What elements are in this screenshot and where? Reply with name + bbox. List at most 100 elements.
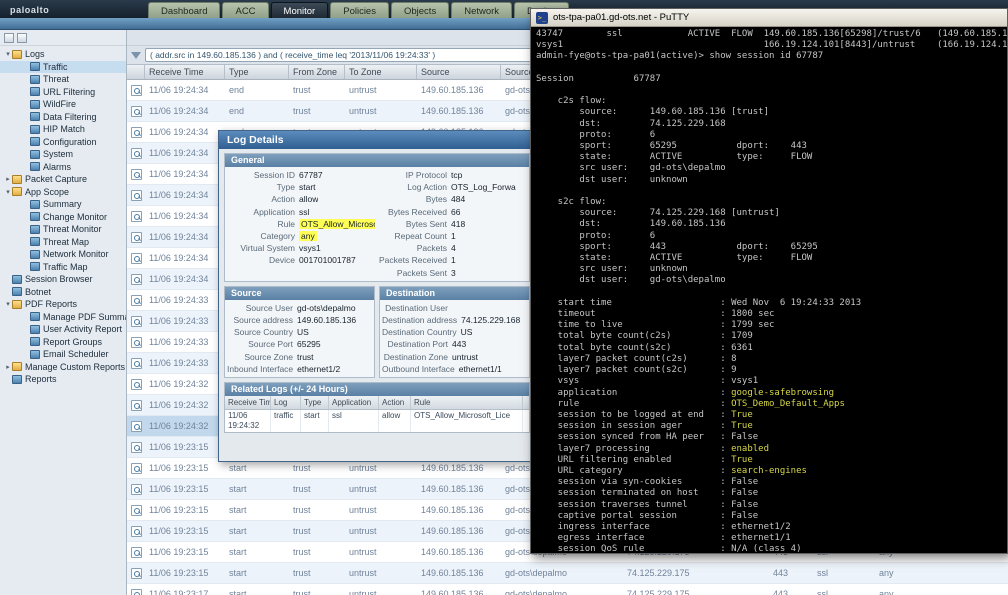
- magnifier-icon[interactable]: [131, 169, 142, 180]
- sidebar-item-threat-monitor[interactable]: Threat Monitor: [0, 223, 126, 236]
- tab-monitor[interactable]: Monitor: [271, 2, 329, 18]
- sidebar-item-report-groups[interactable]: Report Groups: [0, 336, 126, 349]
- page-icon: [30, 137, 40, 146]
- field-repeat-count: Repeat Count1: [379, 230, 527, 242]
- sidebar-item-wildfire[interactable]: WildFire: [0, 98, 126, 111]
- putty-titlebar[interactable]: >_ ots-tpa-pa01.gd-ots.net - PuTTY: [531, 9, 1007, 27]
- sidebar-item-manage-pdf-summary[interactable]: Manage PDF Summary: [0, 311, 126, 324]
- sidebar-item-threat[interactable]: Threat: [0, 73, 126, 86]
- magnifier-icon[interactable]: [131, 358, 142, 369]
- magnifier-icon[interactable]: [131, 379, 142, 390]
- cell-source-user: gd-ots\depalmo: [501, 584, 623, 595]
- column-header-to-zone[interactable]: To Zone: [345, 65, 417, 79]
- column-header-from-zone[interactable]: From Zone: [289, 65, 345, 79]
- field-inbound-interface: Inbound Interfaceethernet1/2: [227, 363, 372, 375]
- sidebar-item-configuration[interactable]: Configuration: [0, 136, 126, 149]
- detail-cell: [127, 248, 145, 268]
- magnifier-icon[interactable]: [131, 442, 142, 453]
- magnifier-icon[interactable]: [131, 463, 142, 474]
- sidebar-item-manage-custom-reports[interactable]: ▸Manage Custom Reports: [0, 361, 126, 374]
- sidebar-item-packet-capture[interactable]: ▸Packet Capture: [0, 173, 126, 186]
- detail-cell: [127, 311, 145, 331]
- sidebar-item-alarms[interactable]: Alarms: [0, 161, 126, 174]
- expand-tree-icon[interactable]: [4, 33, 14, 43]
- magnifier-icon[interactable]: [131, 526, 142, 537]
- log-details-titlebar[interactable]: Log Details: [219, 131, 535, 149]
- terminal-line: sport: 65295 dport: 443: [536, 141, 1002, 152]
- cell-from-zone: trust: [289, 563, 345, 583]
- magnifier-icon[interactable]: [131, 484, 142, 495]
- expander-icon: ▾: [4, 188, 12, 196]
- magnifier-icon[interactable]: [131, 547, 142, 558]
- table-row[interactable]: 11/06 19:23:15starttrustuntrust149.60.18…: [127, 563, 1008, 584]
- tab-network[interactable]: Network: [451, 2, 512, 18]
- tab-objects[interactable]: Objects: [391, 2, 449, 18]
- terminal-line: state: ACTIVE type: FLOW: [536, 152, 1002, 163]
- terminal-line: vsys1 166.19.124.101[8443]/untrust (166.…: [536, 40, 1002, 51]
- terminal-line: s2c flow:: [536, 197, 1002, 208]
- cell-source: 149.60.185.136: [417, 80, 501, 100]
- magnifier-icon[interactable]: [131, 589, 142, 595]
- column-header-source[interactable]: Source: [417, 65, 501, 79]
- cell-receive-time: 11/06 19:23:15: [145, 437, 225, 457]
- sidebar-item-user-activity-report[interactable]: User Activity Report: [0, 323, 126, 336]
- sidebar-item-reports[interactable]: Reports: [0, 373, 126, 386]
- sidebar-item-system[interactable]: System: [0, 148, 126, 161]
- sidebar-item-hip-match[interactable]: HIP Match: [0, 123, 126, 136]
- sidebar-item-data-filtering[interactable]: Data Filtering: [0, 111, 126, 124]
- field-value: 4: [451, 243, 456, 253]
- tab-policies[interactable]: Policies: [330, 2, 389, 18]
- column-header-type[interactable]: Type: [225, 65, 289, 79]
- magnifier-icon[interactable]: [131, 568, 142, 579]
- related-log-row[interactable]: 11/06 19:24:32trafficstartsslallowOTS_Al…: [225, 410, 529, 432]
- sidebar-item-network-monitor[interactable]: Network Monitor: [0, 248, 126, 261]
- magnifier-icon[interactable]: [131, 85, 142, 96]
- sidebar-item-pdf-reports[interactable]: ▾PDF Reports: [0, 298, 126, 311]
- field-category: Categoryany: [227, 230, 375, 242]
- column-header-icon: [127, 65, 145, 79]
- detail-cell: [127, 500, 145, 520]
- collapse-tree-icon[interactable]: [17, 33, 27, 43]
- detail-cell: [127, 563, 145, 583]
- sidebar-item-logs[interactable]: ▾Logs: [0, 48, 126, 61]
- related-logs-header: Related Logs (+/- 24 Hours): [225, 383, 529, 396]
- filter-icon[interactable]: [131, 52, 141, 59]
- magnifier-icon[interactable]: [131, 148, 142, 159]
- terminal[interactable]: 43747 ssl ACTIVE FLOW 149.60.185.136[652…: [531, 27, 1007, 553]
- sidebar-item-threat-map[interactable]: Threat Map: [0, 236, 126, 249]
- page-icon: [30, 250, 40, 259]
- magnifier-icon[interactable]: [131, 295, 142, 306]
- magnifier-icon[interactable]: [131, 400, 142, 411]
- sidebar-item-app-scope[interactable]: ▾App Scope: [0, 186, 126, 199]
- sidebar-item-botnet[interactable]: Botnet: [0, 286, 126, 299]
- sidebar-item-label: Summary: [43, 199, 82, 209]
- column-header-receive-time[interactable]: Receive Time: [145, 65, 225, 79]
- cell-application: ssl: [813, 563, 875, 583]
- sidebar-item-url-filtering[interactable]: URL Filtering: [0, 86, 126, 99]
- magnifier-icon[interactable]: [131, 106, 142, 117]
- magnifier-icon[interactable]: [131, 211, 142, 222]
- magnifier-icon[interactable]: [131, 421, 142, 432]
- magnifier-icon[interactable]: [131, 337, 142, 348]
- sidebar-item-traffic-map[interactable]: Traffic Map: [0, 261, 126, 274]
- sidebar-item-change-monitor[interactable]: Change Monitor: [0, 211, 126, 224]
- field-device: Device001701001787: [227, 254, 375, 266]
- sidebar-item-summary[interactable]: Summary: [0, 198, 126, 211]
- sidebar-item-session-browser[interactable]: Session Browser: [0, 273, 126, 286]
- magnifier-icon[interactable]: [131, 505, 142, 516]
- brand-logo: paloalto: [0, 5, 130, 18]
- terminal-line: admin-fye@ots-tpa-pa01(active)> show ses…: [536, 51, 1002, 62]
- magnifier-icon[interactable]: [131, 190, 142, 201]
- sidebar-item-email-scheduler[interactable]: Email Scheduler: [0, 348, 126, 361]
- tab-dashboard[interactable]: Dashboard: [148, 2, 220, 18]
- magnifier-icon[interactable]: [131, 274, 142, 285]
- terminal-line: time to live : 1799 sec: [536, 320, 1002, 331]
- tab-acc[interactable]: ACC: [222, 2, 268, 18]
- magnifier-icon[interactable]: [131, 316, 142, 327]
- magnifier-icon[interactable]: [131, 232, 142, 243]
- terminal-line: source: 149.60.185.136 [trust]: [536, 107, 1002, 118]
- table-row[interactable]: 11/06 19:23:17starttrustuntrust149.60.18…: [127, 584, 1008, 595]
- magnifier-icon[interactable]: [131, 253, 142, 264]
- sidebar-item-traffic[interactable]: Traffic: [0, 61, 126, 74]
- magnifier-icon[interactable]: [131, 127, 142, 138]
